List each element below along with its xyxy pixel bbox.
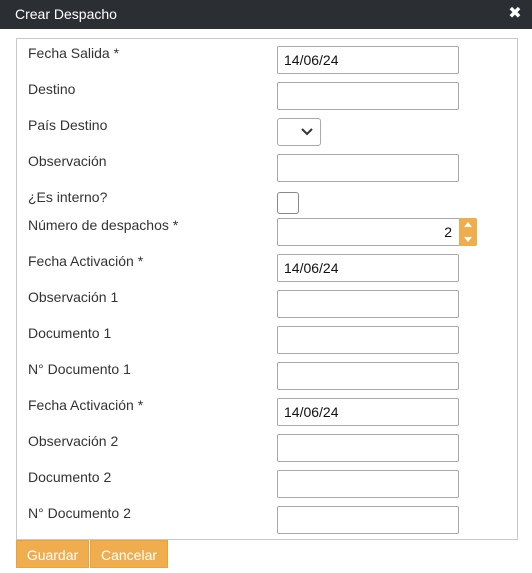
row-fecha-activacion-1: Fecha Activación * <box>17 249 517 282</box>
n-documento-1-input[interactable] <box>277 362 459 390</box>
dialog-title: Crear Despacho <box>15 6 117 22</box>
es-interno-label: ¿Es interno? <box>28 189 108 205</box>
observacion-label: Observación <box>28 153 107 169</box>
numero-despachos-spinner <box>459 218 477 246</box>
chevron-down-icon <box>301 128 313 136</box>
n-documento-2-input[interactable] <box>277 506 459 534</box>
fecha-activacion-2-input[interactable] <box>277 398 459 426</box>
observacion-2-input[interactable] <box>277 434 459 462</box>
save-button[interactable]: Guardar <box>16 540 89 568</box>
pais-destino-label: País Destino <box>28 117 108 133</box>
documento-2-input[interactable] <box>277 470 459 498</box>
documento-2-label: Documento 2 <box>28 469 112 485</box>
es-interno-checkbox[interactable] <box>277 192 299 214</box>
numero-despachos-label: Número de despachos * <box>28 217 179 233</box>
row-documento-1: Documento 1 <box>17 321 517 354</box>
row-fecha-activacion-2: Fecha Activación * <box>17 393 517 426</box>
row-observacion-1: Observación 1 <box>17 285 517 318</box>
fecha-activacion-1-label: Fecha Activación * <box>28 253 144 269</box>
row-numero-despachos: Número de despachos * 2 <box>17 213 517 246</box>
close-icon[interactable]: ✖ <box>508 5 522 23</box>
dialog-titlebar: Crear Despacho ✖ <box>0 0 532 29</box>
fecha-activacion-1-input[interactable] <box>277 254 459 282</box>
row-observacion-2: Observación 2 <box>17 429 517 462</box>
row-fecha-salida: Fecha Salida * <box>17 41 517 74</box>
cancel-button[interactable]: Cancelar <box>90 540 168 568</box>
row-documento-2: Documento 2 <box>17 465 517 498</box>
row-es-interno: ¿Es interno? <box>17 185 517 215</box>
fecha-salida-label: Fecha Salida * <box>28 45 120 61</box>
fecha-salida-input[interactable] <box>277 46 459 74</box>
row-destino: Destino <box>17 77 517 110</box>
n-documento-1-label: N° Documento 1 <box>28 361 131 377</box>
observacion-1-label: Observación 1 <box>28 289 119 305</box>
destino-input[interactable] <box>277 82 459 110</box>
documento-1-label: Documento 1 <box>28 325 112 341</box>
fecha-activacion-2-label: Fecha Activación * <box>28 397 144 413</box>
spinner-down-icon[interactable] <box>459 232 477 246</box>
observacion-input[interactable] <box>277 154 459 182</box>
destino-label: Destino <box>28 81 76 97</box>
observacion-1-input[interactable] <box>277 290 459 318</box>
documento-1-input[interactable] <box>277 326 459 354</box>
row-n-documento-2: N° Documento 2 <box>17 501 517 534</box>
row-n-documento-1: N° Documento 1 <box>17 357 517 390</box>
row-pais-destino: País Destino <box>17 113 517 146</box>
spinner-up-icon[interactable] <box>459 218 477 232</box>
observacion-2-label: Observación 2 <box>28 433 119 449</box>
numero-despachos-stepper[interactable]: 2 <box>277 218 477 246</box>
n-documento-2-label: N° Documento 2 <box>28 505 131 521</box>
row-observacion: Observación <box>17 149 517 182</box>
pais-destino-select[interactable] <box>277 118 321 146</box>
numero-despachos-value: 2 <box>444 224 452 240</box>
form-panel: Fecha Salida * Destino País Destino Obse… <box>16 38 518 540</box>
crear-despacho-dialog: Crear Despacho ✖ Fecha Salida * Destino … <box>0 0 532 573</box>
